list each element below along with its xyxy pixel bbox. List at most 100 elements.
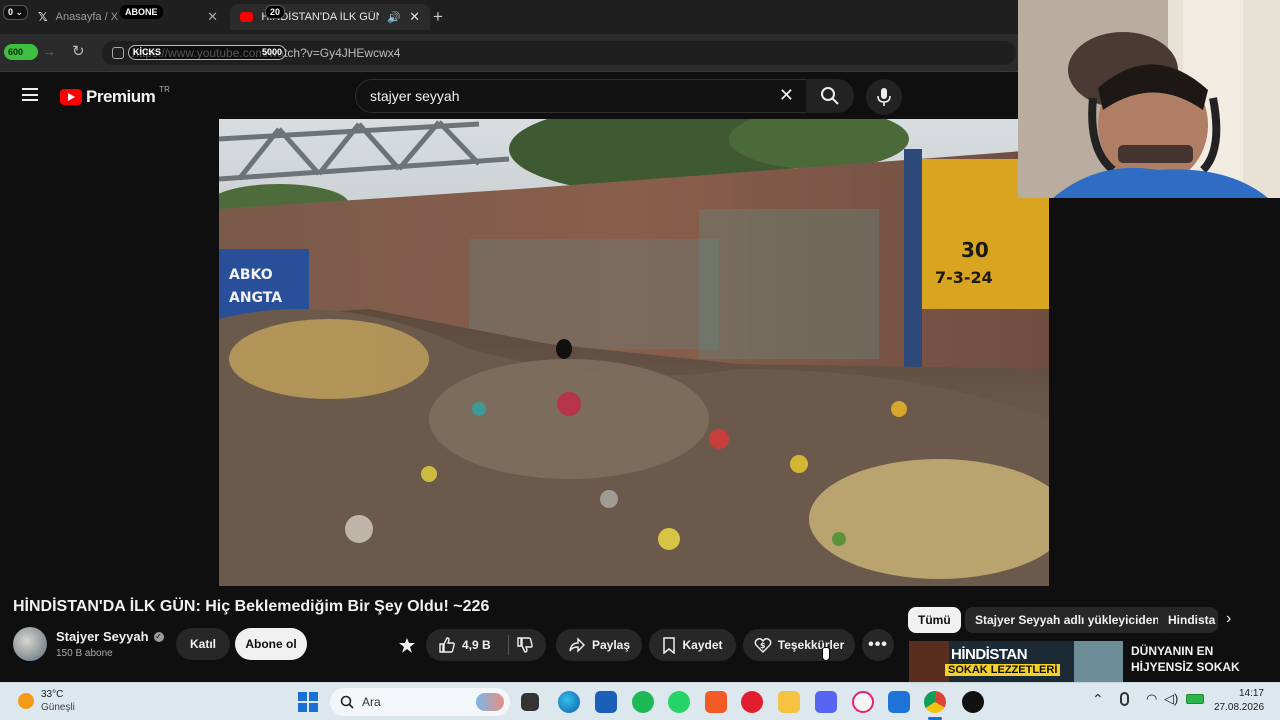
crow-figure <box>556 339 572 359</box>
recommended-thumbnail[interactable]: HİNDİSTAN SOKAK LEZZETLERİ <box>909 641 1123 682</box>
forward-icon[interactable]: → <box>42 43 56 59</box>
logo-text: Premium <box>86 87 156 106</box>
chrome-icon[interactable] <box>924 691 946 713</box>
browser-address-bar: 600 → ↻ https://www.youtube.com/watch?v=… <box>0 34 1018 72</box>
wall-sign-date: 7-3-24 <box>935 268 993 287</box>
tab-label: Anasayfa / X <box>55 11 119 23</box>
weather-label: Güneşli <box>41 702 75 713</box>
svg-text:$: $ <box>760 641 766 650</box>
reload-icon[interactable]: ↻ <box>72 42 85 60</box>
join-button[interactable]: Katıl <box>176 628 230 660</box>
thumbnail-text-2: SOKAK LEZZETLERİ <box>945 664 1061 676</box>
clock[interactable]: 14:17 27.08.2026 <box>1214 687 1264 715</box>
channel-avatar[interactable] <box>13 627 47 661</box>
overlay-kicks-badge: KİCKS 5000 <box>128 45 286 60</box>
clock-date: 27.08.2026 <box>1214 702 1265 713</box>
youtube-favicon-icon <box>240 12 254 22</box>
thumbs-up-icon <box>439 637 455 653</box>
gift-icon[interactable] <box>396 636 418 656</box>
battery-icon[interactable] <box>1186 694 1204 704</box>
thumbs-down-icon <box>517 637 533 653</box>
clock-time: 14:17 <box>1238 688 1264 699</box>
verified-icon: ✓ <box>153 631 164 642</box>
dislike-button[interactable] <box>516 636 534 657</box>
weather-widget[interactable]: 33°C Güneşli <box>18 688 75 714</box>
webcam-image <box>1018 0 1280 198</box>
photos-app-icon[interactable] <box>595 691 617 713</box>
share-button[interactable]: Paylaş <box>556 629 642 661</box>
more-actions-button[interactable]: ••• <box>862 629 894 661</box>
poster-text-1: ABKO <box>229 267 273 283</box>
chips-next-icon[interactable]: › <box>1226 610 1231 628</box>
overlay-goal-badge: 20 <box>265 5 286 19</box>
like-count: 4,9 B <box>462 638 491 652</box>
site-info-icon[interactable] <box>112 47 124 59</box>
channel-name[interactable]: Stajyer Seyyah ✓ <box>56 629 164 644</box>
bookmark-icon <box>663 636 676 654</box>
microphone-icon <box>877 88 891 106</box>
edge-browser-icon[interactable] <box>558 691 580 713</box>
task-view-icon[interactable] <box>521 693 539 711</box>
show-hidden-icons[interactable]: ⌃ <box>1092 691 1104 708</box>
chip-all[interactable]: Tümü <box>908 607 961 633</box>
voice-search-button[interactable] <box>866 79 902 115</box>
x-logo-icon: 𝕏 <box>38 10 48 24</box>
youtube-premium-logo[interactable]: Premium TR <box>60 84 170 107</box>
subscribe-button[interactable]: Abone ol <box>235 628 307 660</box>
close-tab-icon[interactable]: ✕ <box>409 9 420 25</box>
taskbar-search[interactable]: Ara <box>330 688 510 716</box>
file-explorer-icon[interactable] <box>778 691 800 713</box>
more-icon: ••• <box>868 636 888 653</box>
spotify-icon[interactable] <box>632 691 654 713</box>
region-code: TR <box>159 84 170 94</box>
mail-app-icon[interactable] <box>888 691 910 713</box>
wall-sign-number: 30 <box>961 238 989 262</box>
start-button[interactable] <box>298 692 318 712</box>
browser-tab-strip: 𝕏 Anasayfa / X ✕ HİNDİSTAN'DA İLK GÜN: H… <box>0 0 1018 34</box>
like-dislike-group: 4,9 B <box>426 629 546 661</box>
overlay-progress-badge: 600 <box>4 44 38 60</box>
save-button[interactable]: Kaydet <box>649 629 736 661</box>
volume-icon[interactable]: ◁) <box>1164 691 1178 707</box>
youtube-header: Premium TR stajyer seyyah ✕ <box>0 72 1018 119</box>
opera-icon[interactable] <box>741 691 763 713</box>
search-icon <box>821 87 839 105</box>
close-tab-icon[interactable]: ✕ <box>207 9 218 25</box>
speaker-icon[interactable]: 🔊 <box>387 11 401 24</box>
brave-browser-icon[interactable] <box>705 691 727 713</box>
streamer-webcam <box>1018 0 1280 198</box>
chip-india[interactable]: Hindista <box>1158 607 1218 633</box>
mouse-cursor-icon <box>822 647 830 661</box>
temperature: 33°C <box>41 689 64 700</box>
tab-youtube-video[interactable]: HİNDİSTAN'DA İLK GÜN: Hiç 🔊 ✕ <box>230 4 430 30</box>
search-icon <box>340 695 354 709</box>
super-thanks-icon: $ <box>754 638 772 653</box>
subscriber-count: 150 B abone <box>56 648 113 659</box>
like-button[interactable]: 4,9 B <box>438 636 491 654</box>
poster-text-2: ANGTA <box>229 290 282 306</box>
microphone-tray-icon[interactable] <box>1120 692 1129 706</box>
video-player[interactable]: 30 7-3-24 ABKO ANGTA <box>219 119 1049 586</box>
youtube-play-icon <box>60 89 82 105</box>
video-frame: 30 7-3-24 ABKO ANGTA <box>219 119 1049 586</box>
steam-icon[interactable] <box>962 691 984 713</box>
menu-icon[interactable] <box>22 88 38 101</box>
discord-icon[interactable] <box>815 691 837 713</box>
video-title: HİNDİSTAN'DA İLK GÜN: Hiç Beklemediğim B… <box>13 598 490 615</box>
opera-gx-icon[interactable] <box>852 691 874 713</box>
wifi-icon[interactable]: ◠ <box>1146 691 1157 707</box>
recommended-title[interactable]: DÜNYANIN EN HİJYENSİZ SOKAK <box>1131 643 1240 675</box>
share-icon <box>569 637 585 653</box>
search-highlight-icon <box>476 693 504 711</box>
chip-from-uploader[interactable]: Stajyer Seyyah adlı yükleyiciden <box>965 607 1170 633</box>
thanks-button[interactable]: $ Teşekkürler <box>743 629 855 661</box>
search-input[interactable]: stajyer seyyah ✕ <box>355 79 807 113</box>
new-tab-button[interactable]: + <box>433 7 443 27</box>
sun-icon <box>18 693 34 709</box>
windows-taskbar: 33°C Güneşli Ara ⌃ ◠ ◁) 14:17 27.08.2026 <box>0 682 1280 720</box>
search-button[interactable] <box>806 79 854 113</box>
clear-search-icon[interactable]: ✕ <box>779 85 794 106</box>
whatsapp-icon[interactable] <box>668 691 690 713</box>
overlay-counter-badge: 0 ⌄ <box>3 5 29 20</box>
overlay-subscribe-badge: ABONE <box>120 5 163 19</box>
